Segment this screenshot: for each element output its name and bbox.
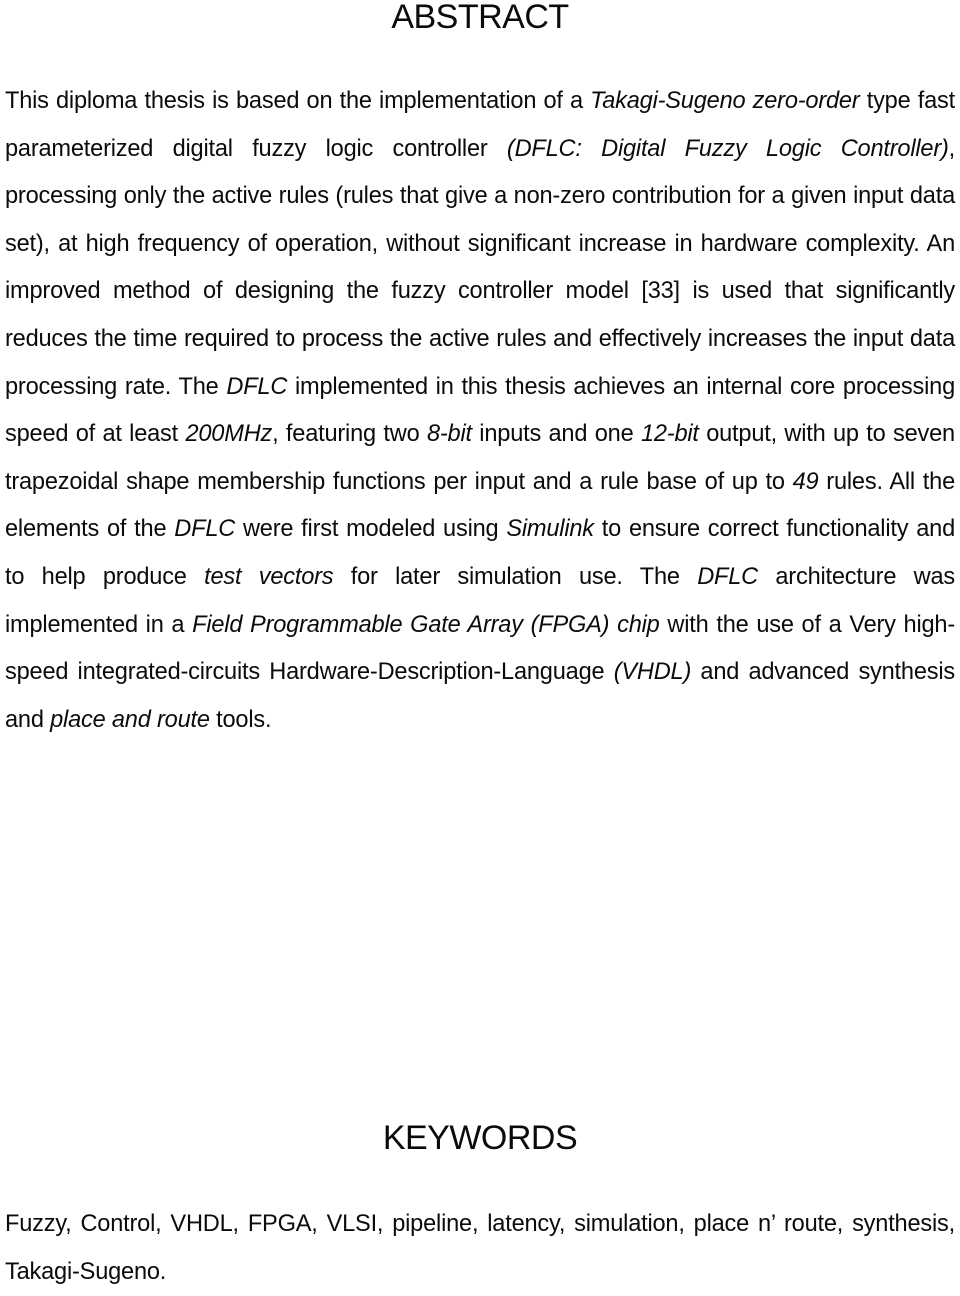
abstract-body: This diploma thesis is based on the impl… — [5, 78, 955, 744]
abstract-emphasis: DFLC — [697, 563, 758, 590]
abstract-emphasis: 8-bit — [426, 421, 472, 448]
keywords-heading: KEYWORDS — [382, 1119, 578, 1157]
abstract-emphasis: 49 — [792, 468, 819, 495]
abstract-emphasis: (DFLC: Digital Fuzzy Logic Controller) — [506, 135, 949, 162]
keywords-body: Fuzzy, Control, VHDL, FPGA, VLSI, pipeli… — [5, 1211, 955, 1285]
abstract-emphasis: test vectors — [204, 563, 334, 590]
abstract-emphasis: Simulink — [506, 516, 594, 543]
abstract-text: This diploma thesis is based on the impl… — [5, 88, 591, 114]
abstract-text: for later simulation use. The — [333, 563, 698, 590]
abstract-text: tools. — [209, 706, 272, 733]
abstract-emphasis: 12-bit — [640, 421, 699, 448]
abstract-text: , processing only the active rules (rule… — [5, 135, 955, 400]
abstract-emphasis: place and route — [50, 706, 210, 733]
abstract-emphasis: DFLC — [174, 516, 236, 543]
abstract-text: were first modeled using — [235, 516, 507, 543]
abstract-emphasis: Takagi-Sugeno zero-order — [590, 88, 860, 114]
abstract-emphasis: (VHDL) — [613, 659, 692, 686]
abstract-heading: ABSTRACT — [391, 0, 569, 36]
abstract-text: , featuring two — [272, 421, 427, 448]
abstract-emphasis: DFLC — [226, 373, 288, 400]
abstract-emphasis: 200MHz — [185, 421, 273, 448]
abstract-text: inputs and one — [471, 421, 641, 448]
abstract-emphasis: Field Programmable Gate Array (FPGA) chi… — [192, 611, 660, 638]
